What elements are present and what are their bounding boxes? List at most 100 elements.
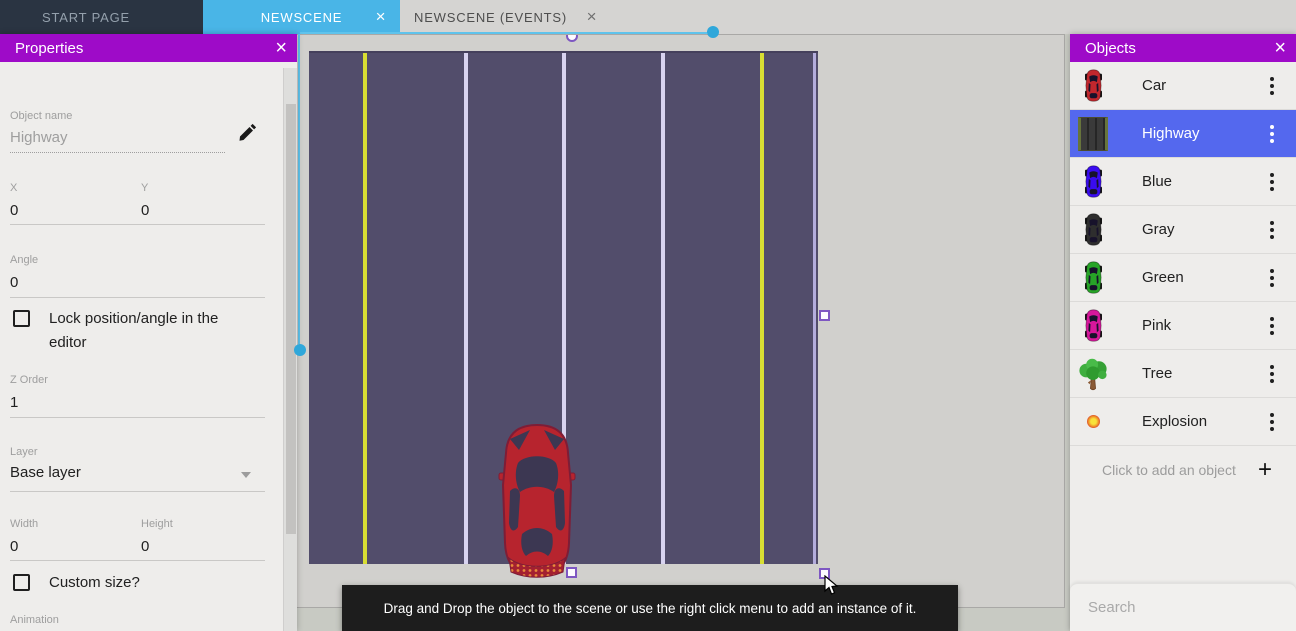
lock-position-checkbox[interactable] (13, 310, 30, 327)
properties-close-icon[interactable]: × (275, 38, 287, 58)
y-label: Y (141, 182, 148, 194)
angle-field[interactable] (10, 274, 265, 298)
object-label: Green (1142, 269, 1270, 286)
width-field[interactable] (10, 538, 130, 561)
angle-label: Angle (10, 254, 38, 266)
object-row-gray[interactable]: Gray (1070, 206, 1296, 254)
scene-canvas[interactable] (297, 34, 1065, 608)
object-row-car[interactable]: Car (1070, 62, 1296, 110)
object-label: Pink (1142, 317, 1270, 334)
editor-tab-bar: START PAGE NEWSCENE × NEWSCENE (EVENTS) … (0, 0, 1296, 34)
object-row-blue[interactable]: Blue (1070, 158, 1296, 206)
lane-line (464, 53, 468, 564)
animation-label: Animation (10, 614, 59, 626)
layer-select-value: Base layer (10, 464, 81, 481)
properties-scrollbar-thumb[interactable] (286, 104, 296, 534)
x-field[interactable] (10, 202, 130, 225)
lane-line (661, 53, 665, 564)
divider (10, 560, 265, 561)
object-row-explosion[interactable]: Explosion (1070, 398, 1296, 446)
properties-panel: Properties × Object name X Y Angle Lock … (0, 34, 297, 631)
car-icon (1076, 66, 1110, 106)
objects-panel-title: Objects (1085, 40, 1136, 57)
horizontal-scroll-thumb[interactable] (707, 26, 719, 38)
tab-newscene-label: NEWSCENE (261, 10, 343, 25)
hint-snackbar-text: Drag and Drop the object to the scene or… (384, 601, 917, 616)
vertical-scroll-thumb[interactable] (294, 344, 306, 356)
object-name-label: Object name (10, 110, 72, 122)
tab-newscene-close-icon[interactable]: × (370, 7, 392, 27)
car-icon (1076, 210, 1110, 250)
object-menu-icon[interactable] (1270, 221, 1274, 239)
object-search-box (1070, 583, 1296, 631)
tab-newscene-events-close-icon[interactable]: × (581, 7, 603, 27)
hint-snackbar: Drag and Drop the object to the scene or… (342, 585, 958, 631)
car-instance[interactable] (497, 423, 577, 579)
object-menu-icon[interactable] (1270, 365, 1274, 383)
tree-icon (1076, 354, 1110, 394)
object-row-green[interactable]: Green (1070, 254, 1296, 302)
object-row-highway[interactable]: Highway (1070, 110, 1296, 158)
add-object-row[interactable]: Click to add an object + (1070, 446, 1296, 494)
lane-line (363, 53, 367, 564)
properties-panel-title: Properties (15, 40, 83, 57)
tab-start-page[interactable]: START PAGE (0, 0, 203, 34)
objects-panel: Objects × Car Highway Blue Gray Green Pi… (1070, 34, 1296, 631)
chevron-down-icon (241, 472, 251, 478)
custom-size-label: Custom size? (49, 571, 140, 595)
scene-editor-tile (297, 34, 1070, 631)
object-menu-icon[interactable] (1270, 413, 1274, 431)
objects-close-icon[interactable]: × (1274, 38, 1286, 58)
object-label: Blue (1142, 173, 1270, 190)
lane-line (760, 53, 764, 564)
road-edge-line (813, 53, 816, 564)
object-menu-icon[interactable] (1270, 173, 1274, 191)
properties-body: Object name X Y Angle Lock position/angl… (0, 62, 283, 631)
object-label: Explosion (1142, 413, 1270, 430)
properties-panel-header: Properties × (0, 34, 297, 62)
edit-pencil-icon[interactable] (238, 122, 258, 142)
car-icon (1076, 258, 1110, 298)
explosion-icon (1076, 402, 1110, 442)
z-order-label: Z Order (10, 374, 48, 386)
mouse-cursor (824, 575, 839, 596)
object-label: Tree (1142, 365, 1270, 382)
horizontal-scroll-track[interactable] (300, 32, 707, 34)
height-field[interactable] (141, 538, 265, 561)
height-label: Height (141, 518, 173, 530)
object-menu-icon[interactable] (1270, 125, 1274, 143)
highway-icon (1076, 114, 1110, 154)
car-icon (1076, 162, 1110, 202)
selection-resize-handle-right[interactable] (819, 310, 830, 321)
width-label: Width (10, 518, 38, 530)
tab-newscene-events[interactable]: NEWSCENE (EVENTS) × (400, 0, 617, 34)
layer-select[interactable]: Base layer (10, 464, 265, 492)
object-row-tree[interactable]: Tree (1070, 350, 1296, 398)
selection-rotate-handle[interactable] (566, 34, 578, 42)
objects-panel-header: Objects × (1070, 34, 1296, 62)
selection-resize-handle-bottom[interactable] (566, 567, 577, 578)
add-object-plus-icon[interactable]: + (1258, 460, 1272, 480)
object-name-field[interactable] (10, 129, 225, 153)
tab-newscene[interactable]: NEWSCENE × (203, 0, 400, 34)
y-field[interactable] (141, 202, 265, 225)
search-input[interactable] (1088, 599, 1287, 616)
car-icon (1076, 306, 1110, 346)
object-menu-icon[interactable] (1270, 317, 1274, 335)
object-row-pink[interactable]: Pink (1070, 302, 1296, 350)
object-label: Car (1142, 77, 1270, 94)
layer-label: Layer (10, 446, 38, 458)
object-label: Highway (1142, 125, 1270, 142)
tab-start-page-label: START PAGE (42, 10, 130, 25)
custom-size-checkbox[interactable] (13, 574, 30, 591)
tab-newscene-events-label: NEWSCENE (EVENTS) (414, 10, 567, 25)
object-menu-icon[interactable] (1270, 269, 1274, 287)
vertical-scroll-track[interactable] (298, 34, 300, 344)
object-label: Gray (1142, 221, 1270, 238)
z-order-field[interactable] (10, 394, 265, 418)
x-label: X (10, 182, 17, 194)
object-menu-icon[interactable] (1270, 77, 1274, 95)
lock-position-label: Lock position/angle in the editor (49, 307, 249, 355)
divider (10, 224, 265, 225)
add-object-label: Click to add an object (1102, 462, 1258, 478)
